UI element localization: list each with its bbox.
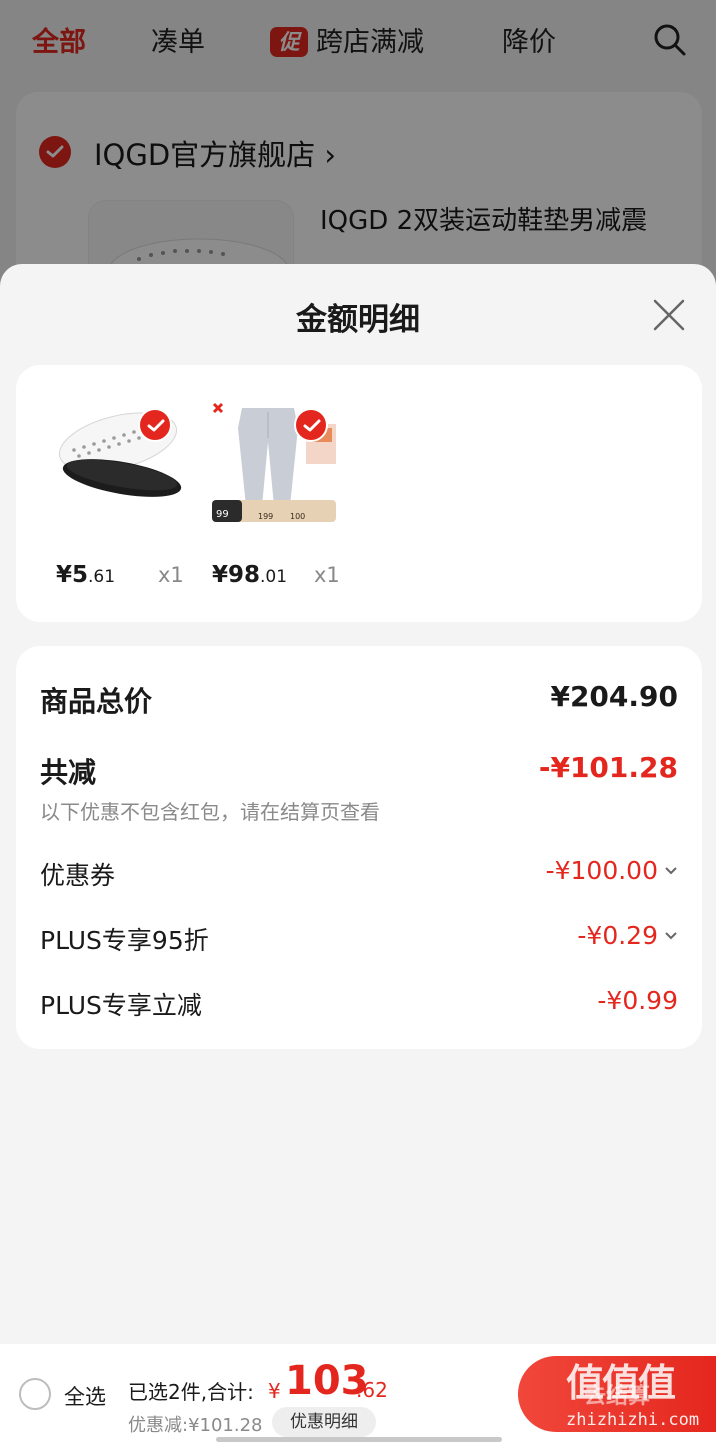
item-check-icon[interactable]	[294, 408, 328, 442]
sheet-title: 金额明细	[296, 302, 420, 338]
item-quantity: x1	[314, 563, 340, 587]
badge-value-100: 100	[290, 512, 305, 521]
watermark-logo: 值值值	[566, 1361, 676, 1405]
total-discount-value: -¥101.28	[538, 751, 678, 784]
watermark-url: zhizhizhi.com	[566, 1410, 700, 1430]
select-all-label[interactable]: 全选	[64, 1381, 106, 1411]
total-price-label: 商品总价	[40, 685, 153, 718]
chevron-down-icon	[665, 867, 677, 875]
item-price: ¥5.61	[56, 562, 116, 588]
badge-value-99: 99	[216, 509, 229, 520]
plus-reduce-value: -¥0.99	[597, 986, 678, 1015]
home-indicator	[216, 1437, 502, 1442]
plus-discount-label: PLUS专享95折	[40, 926, 209, 955]
plus-discount-value: -¥0.29	[577, 921, 658, 950]
discount-summary: 优惠减:¥101.28	[128, 1415, 263, 1436]
item-price: ¥98.01	[212, 562, 288, 588]
badge-value-199: 199	[258, 512, 273, 521]
coupon-label: 优惠券	[40, 861, 116, 890]
select-all-radio[interactable]	[19, 1378, 51, 1410]
plus-reduce-label: PLUS专享立减	[40, 991, 202, 1020]
discount-note: 以下优惠不包含红包，请在结算页查看	[40, 800, 380, 824]
item-quantity: x1	[158, 563, 184, 587]
coupon-row[interactable]: -¥100.00	[546, 856, 678, 885]
close-icon[interactable]	[650, 296, 688, 334]
coupon-value: -¥100.00	[545, 856, 658, 885]
total-amount-decimal: .62	[356, 1378, 388, 1402]
item-check-icon[interactable]	[138, 408, 172, 442]
total-currency: ¥	[268, 1379, 281, 1403]
total-price-value: ¥204.90	[550, 680, 678, 713]
chevron-down-icon	[665, 932, 677, 940]
discount-detail-button[interactable]: 优惠明细	[272, 1407, 376, 1437]
selected-count-text: 已选2件,合计:	[128, 1380, 254, 1404]
total-discount-label: 共减	[40, 756, 97, 789]
plus-discount-row[interactable]: -¥0.29	[577, 921, 678, 950]
watermark: 值值值 zhizhizhi.com	[562, 1352, 712, 1442]
